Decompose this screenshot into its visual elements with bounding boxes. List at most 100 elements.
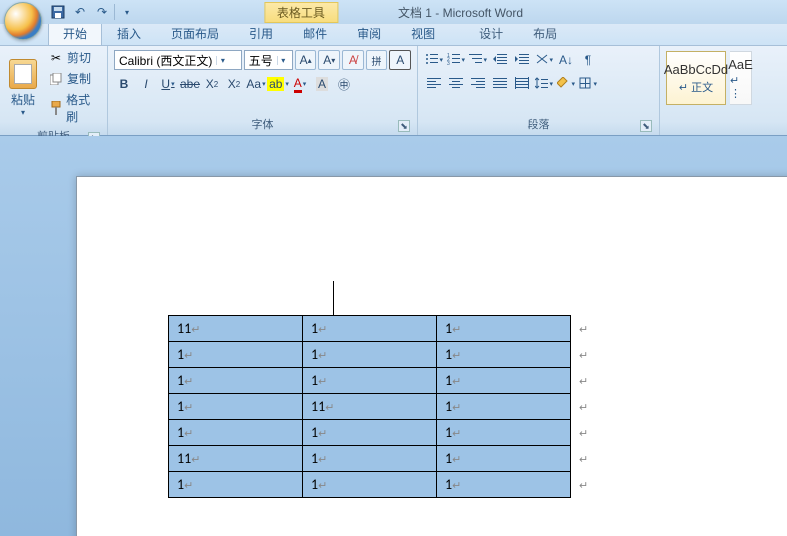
- highlight-button[interactable]: ab▾: [268, 74, 288, 94]
- table-cell[interactable]: 11↵: [169, 446, 303, 472]
- chevron-down-icon[interactable]: ▾: [216, 56, 228, 65]
- justify-button[interactable]: [490, 74, 510, 94]
- group-label-font: 字体⬊: [112, 114, 413, 135]
- bullets-button[interactable]: ▾: [424, 50, 444, 70]
- table-cell[interactable]: 1↵: [169, 394, 303, 420]
- cut-button[interactable]: ✂剪切: [46, 48, 103, 67]
- enclose-char-button[interactable]: ㊥: [334, 74, 354, 94]
- subscript-button[interactable]: X2: [202, 74, 222, 94]
- svg-text:3: 3: [447, 61, 450, 67]
- paste-dropdown[interactable]: ▾: [21, 108, 25, 117]
- table-row[interactable]: 11↵1↵1↵↵: [169, 316, 597, 342]
- table-cell[interactable]: 1↵: [303, 472, 437, 498]
- table-cell[interactable]: 1↵: [437, 472, 571, 498]
- table-cell[interactable]: 1↵: [303, 316, 437, 342]
- table-cell[interactable]: 1↵: [437, 342, 571, 368]
- table-cell[interactable]: 1↵: [303, 420, 437, 446]
- line-spacing-button[interactable]: ▾: [534, 74, 554, 94]
- row-end-mark: ↵: [571, 394, 597, 420]
- table-row[interactable]: 1↵11↵1↵↵: [169, 394, 597, 420]
- table-cell[interactable]: 1↵: [303, 342, 437, 368]
- page[interactable]: 11↵1↵1↵↵1↵1↵1↵↵1↵1↵1↵↵1↵11↵1↵↵1↵1↵1↵↵11↵…: [76, 176, 787, 536]
- tab-table-design[interactable]: 设计: [464, 21, 518, 45]
- font-name-combo[interactable]: Calibri (西文正文)▾: [114, 50, 242, 70]
- character-border-button[interactable]: A: [389, 50, 411, 70]
- shrink-font-button[interactable]: A▾: [318, 50, 340, 70]
- phonetic-guide-button[interactable]: 拼: [366, 50, 388, 70]
- tab-insert[interactable]: 插入: [102, 21, 156, 45]
- table-cell[interactable]: 1↵: [437, 316, 571, 342]
- copy-button[interactable]: 复制: [46, 69, 103, 88]
- tab-mailings[interactable]: 邮件: [288, 21, 342, 45]
- change-case-button[interactable]: Aa▾: [246, 74, 266, 94]
- text-cursor: [333, 281, 334, 315]
- table-cell[interactable]: 1↵: [303, 368, 437, 394]
- table-cell[interactable]: 1↵: [437, 368, 571, 394]
- decrease-indent-button[interactable]: [490, 50, 510, 70]
- font-launcher[interactable]: ⬊: [398, 120, 410, 132]
- show-marks-button[interactable]: ¶: [578, 50, 598, 70]
- tab-table-layout[interactable]: 布局: [518, 21, 572, 45]
- qat-customize-icon[interactable]: ▾: [117, 2, 137, 22]
- asian-layout-button[interactable]: ▾: [534, 50, 554, 70]
- qat-undo-icon[interactable]: ↶: [70, 2, 90, 22]
- row-end-mark: ↵: [571, 342, 597, 368]
- row-end-mark: ↵: [571, 446, 597, 472]
- sort-button[interactable]: A↓: [556, 50, 576, 70]
- paragraph-launcher[interactable]: ⬊: [640, 120, 652, 132]
- style-partial[interactable]: AaE ↵ ⋮: [730, 51, 752, 105]
- strikethrough-button[interactable]: abe: [180, 74, 200, 94]
- bold-button[interactable]: B: [114, 74, 134, 94]
- qat-redo-icon[interactable]: ↷: [92, 2, 112, 22]
- tab-view[interactable]: 视图: [396, 21, 450, 45]
- table-cell[interactable]: 1↵: [437, 420, 571, 446]
- borders-button[interactable]: ▾: [578, 74, 598, 94]
- table-cell[interactable]: 1↵: [169, 472, 303, 498]
- clear-formatting-button[interactable]: A̸: [342, 50, 364, 70]
- italic-button[interactable]: I: [136, 74, 156, 94]
- tab-review[interactable]: 审阅: [342, 21, 396, 45]
- table-row[interactable]: 1↵1↵1↵↵: [169, 368, 597, 394]
- table-cell[interactable]: 1↵: [169, 420, 303, 446]
- table-cell[interactable]: 1↵: [169, 342, 303, 368]
- table-cell[interactable]: 1↵: [303, 446, 437, 472]
- char-shading-button[interactable]: A: [312, 74, 332, 94]
- table-cell[interactable]: 1↵: [437, 446, 571, 472]
- table-cell[interactable]: 1↵: [437, 394, 571, 420]
- increase-indent-button[interactable]: [512, 50, 532, 70]
- copy-icon: [49, 72, 63, 86]
- paste-button[interactable]: 粘贴: [11, 91, 35, 108]
- ribbon-body: 粘贴 ▾ ✂剪切 复制 格式刷 剪贴板⬊ Calibri (西文正文)▾ 五号▾…: [0, 46, 787, 136]
- table-row[interactable]: 11↵1↵1↵↵: [169, 446, 597, 472]
- table-cell[interactable]: 11↵: [303, 394, 437, 420]
- align-left-button[interactable]: [424, 74, 444, 94]
- tab-page-layout[interactable]: 页面布局: [156, 21, 234, 45]
- table-row[interactable]: 1↵1↵1↵↵: [169, 472, 597, 498]
- style-normal[interactable]: AaBbCcDd ↵ 正文: [666, 51, 726, 105]
- brush-icon: [49, 101, 62, 115]
- document-area[interactable]: 11↵1↵1↵↵1↵1↵1↵↵1↵1↵1↵↵1↵11↵1↵↵1↵1↵1↵↵11↵…: [0, 136, 787, 536]
- align-right-button[interactable]: [468, 74, 488, 94]
- table-cell[interactable]: 11↵: [169, 316, 303, 342]
- superscript-button[interactable]: X2: [224, 74, 244, 94]
- tab-home[interactable]: 开始: [48, 21, 102, 45]
- paste-icon[interactable]: [9, 59, 37, 89]
- table-cell[interactable]: 1↵: [169, 368, 303, 394]
- table-row[interactable]: 1↵1↵1↵↵: [169, 420, 597, 446]
- multilevel-list-button[interactable]: ▾: [468, 50, 488, 70]
- office-button[interactable]: [4, 2, 42, 40]
- chevron-down-icon[interactable]: ▾: [277, 56, 289, 65]
- tab-references[interactable]: 引用: [234, 21, 288, 45]
- distributed-button[interactable]: [512, 74, 532, 94]
- numbering-button[interactable]: 123▾: [446, 50, 466, 70]
- align-center-button[interactable]: [446, 74, 466, 94]
- document-table[interactable]: 11↵1↵1↵↵1↵1↵1↵↵1↵1↵1↵↵1↵11↵1↵↵1↵1↵1↵↵11↵…: [168, 315, 597, 498]
- underline-button[interactable]: U▾: [158, 74, 178, 94]
- font-color-button[interactable]: A▾: [290, 74, 310, 94]
- table-row[interactable]: 1↵1↵1↵↵: [169, 342, 597, 368]
- font-size-combo[interactable]: 五号▾: [244, 50, 293, 70]
- shading-button[interactable]: ▾: [556, 74, 576, 94]
- qat-save-icon[interactable]: [48, 2, 68, 22]
- grow-font-button[interactable]: A▴: [295, 50, 317, 70]
- format-painter-button[interactable]: 格式刷: [46, 90, 103, 126]
